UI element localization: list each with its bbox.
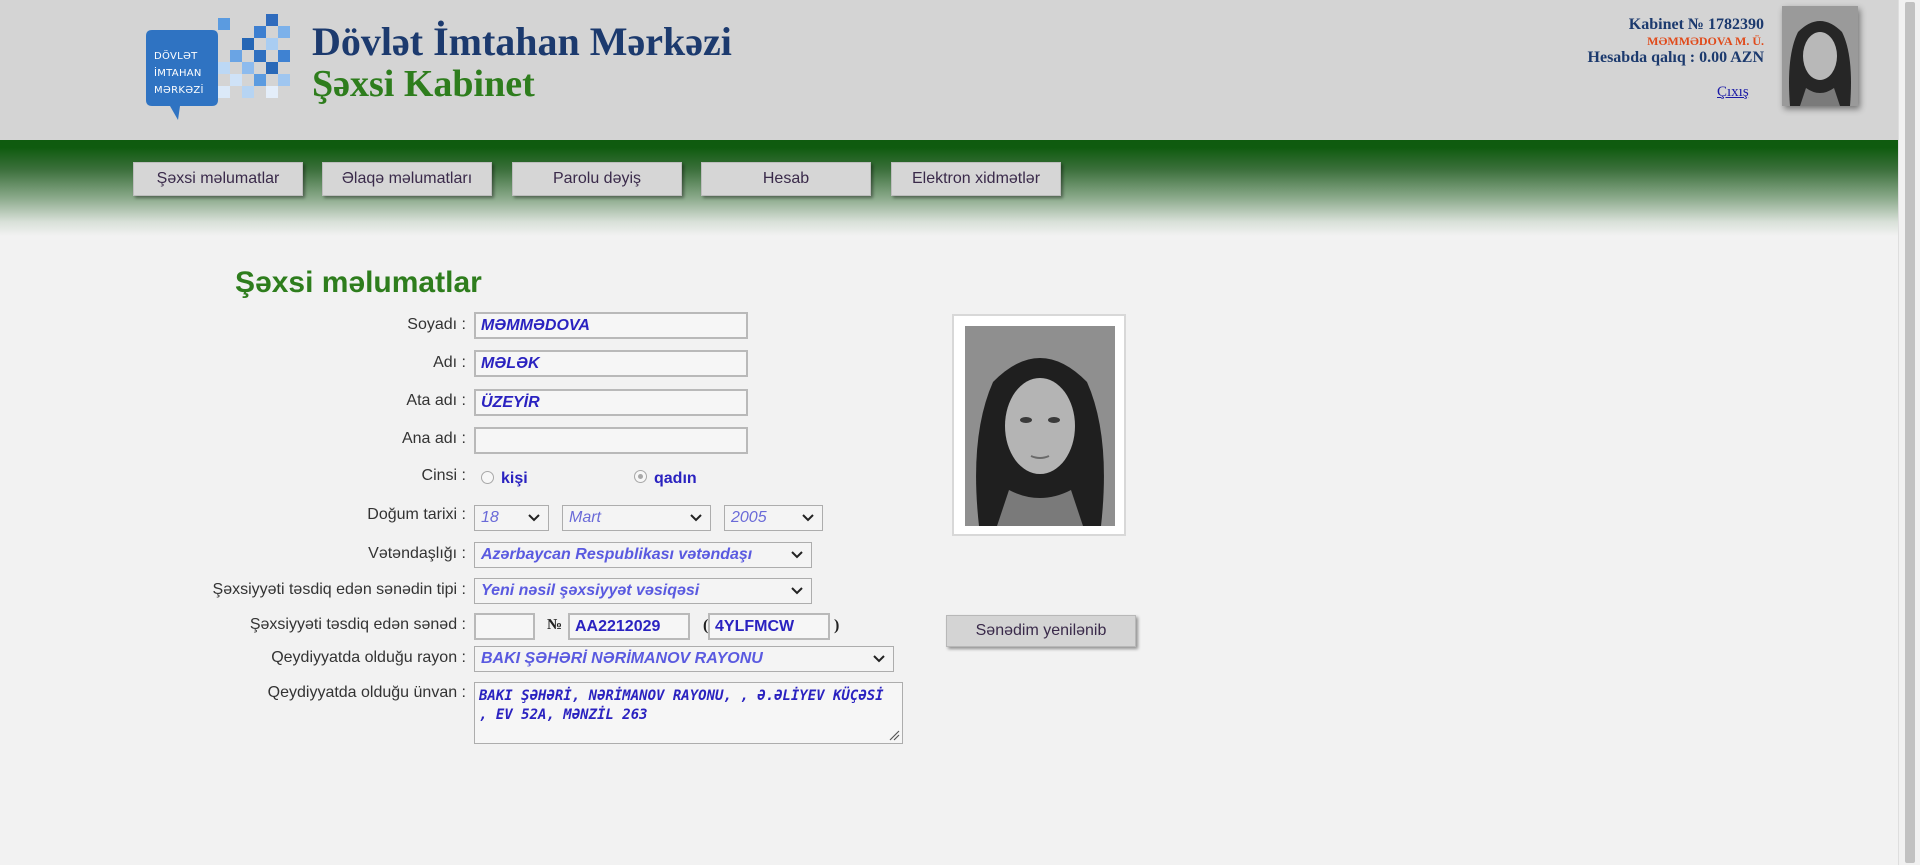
- doc-type-select[interactable]: Yeni nəsil şəxsiyyət vəsiqəsi: [474, 578, 812, 604]
- chevron-down-icon: [791, 587, 803, 595]
- chevron-down-icon: [802, 514, 814, 522]
- surname-label: Soyadı: [407, 316, 466, 334]
- user-info: Kabinet № 1782390 MƏMMƏDOVA M. Ü. Hesabd…: [1588, 16, 1764, 68]
- scrollbar[interactable]: [1898, 0, 1920, 865]
- tab-personal-info[interactable]: Şəxsi məlumatlar: [133, 162, 303, 196]
- document-renewed-button[interactable]: Sənədim yenilənib: [946, 615, 1136, 647]
- fin-close-paren: ): [834, 617, 840, 634]
- chevron-down-icon: [873, 655, 885, 663]
- tab-account[interactable]: Hesab: [701, 162, 871, 196]
- citizenship-label: Vətəndaşlığı: [368, 545, 466, 563]
- chevron-down-icon: [791, 551, 803, 559]
- patronymic-field[interactable]: ÜZEYİR: [474, 389, 748, 416]
- citizenship-select[interactable]: Azərbaycan Respublikası vətəndaşı: [474, 542, 812, 568]
- patronymic-label: Ata adı: [406, 392, 466, 410]
- gender-male-label: kişi: [501, 470, 528, 487]
- birth-date-label: Doğum tarixi: [367, 506, 466, 524]
- gender-female-label: qadın: [654, 470, 697, 487]
- mother-name-label: Ana adı: [402, 430, 466, 448]
- brand-title: Dövlət İmtahan Mərkəzi: [312, 19, 732, 64]
- birth-year-select[interactable]: 2005: [724, 505, 823, 531]
- user-name: MƏMMƏDOVA M. Ü.: [1647, 34, 1764, 48]
- name-label: Adı: [433, 354, 466, 372]
- logo-text: DÖVLƏT İMTAHAN MƏRKƏZİ: [154, 51, 204, 96]
- doc-number-sign: №: [547, 617, 563, 633]
- page-title: Şəxsi məlumatlar: [235, 266, 482, 299]
- address-label: Qeydiyyatda olduğu ünvan: [268, 684, 466, 702]
- chevron-down-icon: [528, 514, 540, 522]
- tab-change-password[interactable]: Parolu dəyiş: [512, 162, 682, 196]
- scrollbar-thumb[interactable]: [1905, 2, 1915, 863]
- tab-contact-info[interactable]: Əlaqə məlumatları: [322, 162, 492, 196]
- doc-series-field[interactable]: [474, 613, 535, 640]
- birth-day-select[interactable]: 18: [474, 505, 549, 531]
- doc-number-field[interactable]: AA2212029: [568, 613, 690, 640]
- birth-month-select[interactable]: Mart: [562, 505, 711, 531]
- profile-photo: [952, 314, 1126, 536]
- district-select[interactable]: BAKI ŞƏHƏRİ NƏRİMANOV RAYONU: [474, 646, 894, 672]
- cabinet-number: Kabinet № 1782390: [1628, 16, 1764, 33]
- avatar: [1782, 6, 1858, 106]
- balance: Hesabda qalıq : 0.00 AZN: [1587, 49, 1764, 66]
- gender-male-radio[interactable]: [481, 471, 494, 484]
- dim-logo: DÖVLƏT İMTAHAN MƏRKƏZİ: [140, 14, 298, 120]
- tab-e-services[interactable]: Elektron xidmətlər: [891, 162, 1061, 196]
- gender-female-radio[interactable]: [634, 470, 647, 483]
- brand-subtitle: Şəxsi Kabinet: [312, 63, 535, 105]
- logout-link[interactable]: Çıxış: [1717, 84, 1749, 101]
- fin-code-field[interactable]: 4YLFMCW: [708, 613, 830, 640]
- mother-name-field[interactable]: [474, 427, 748, 454]
- doc-label: Şəxsiyyəti təsdiq edən sənəd: [250, 616, 466, 634]
- chevron-down-icon: [690, 514, 702, 522]
- address-textarea[interactable]: BAKI ŞƏHƏRİ, NƏRİMANOV RAYONU, , Ə.ƏLİYE…: [474, 682, 903, 744]
- surname-field[interactable]: MƏMMƏDOVA: [474, 312, 748, 339]
- gender-label: Cinsi: [422, 467, 466, 485]
- resize-handle-icon[interactable]: [888, 729, 900, 741]
- name-field[interactable]: MƏLƏK: [474, 350, 748, 377]
- district-label: Qeydiyyatda olduğu rayon: [271, 649, 466, 667]
- doc-type-label: Şəxsiyyəti təsdiq edən sənədin tipi: [213, 581, 466, 599]
